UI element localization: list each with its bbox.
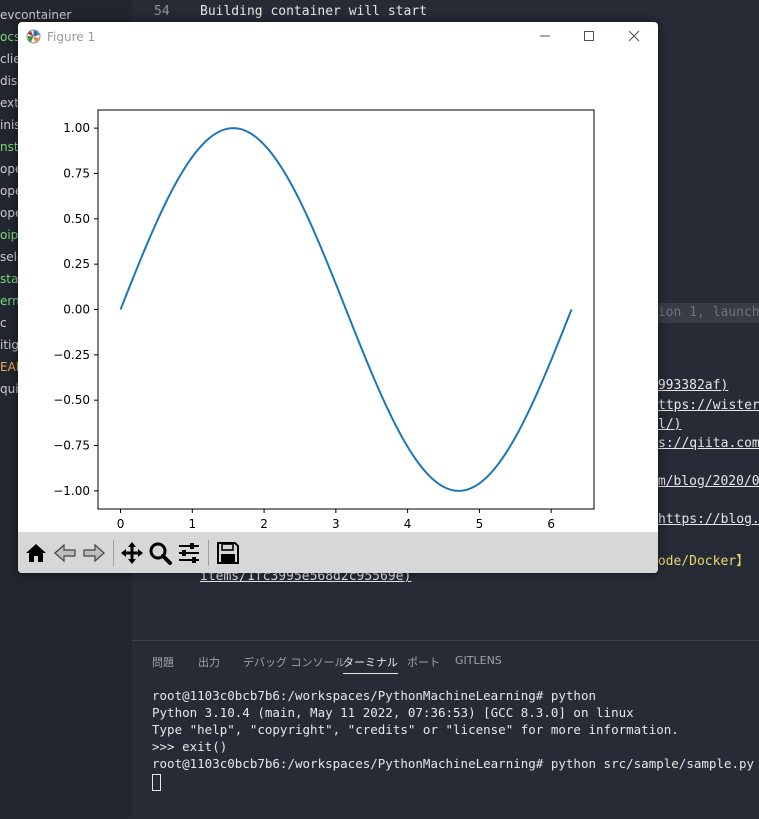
toolbar-separator bbox=[113, 540, 114, 566]
panel-tab[interactable]: デバッグ コンソール bbox=[243, 654, 346, 670]
code-line-54[interactable]: Building container will start bbox=[200, 4, 427, 19]
y-tick-label: −0.75 bbox=[53, 439, 90, 453]
save-button[interactable] bbox=[215, 540, 241, 566]
y-tick-label: −0.25 bbox=[53, 348, 90, 362]
terminal-line: >>> exit() bbox=[152, 739, 228, 754]
configure-subplots-button[interactable] bbox=[176, 540, 202, 566]
code-fragment[interactable]: ttps://wisteri bbox=[658, 398, 759, 413]
close-button[interactable] bbox=[619, 26, 649, 48]
code-fragment[interactable]: Code/Docker】 ] bbox=[650, 550, 759, 569]
code-fragment[interactable]: s://qiita.com bbox=[658, 436, 759, 451]
toolbar-separator bbox=[208, 540, 209, 566]
y-tick-label: 0.75 bbox=[63, 166, 90, 180]
x-tick-label: 2 bbox=[260, 517, 268, 531]
y-tick-label: 0.50 bbox=[63, 212, 90, 226]
y-tick-label: 0.25 bbox=[63, 257, 90, 271]
maximize-icon bbox=[584, 31, 594, 41]
code-fragment[interactable]: l/) bbox=[658, 417, 681, 432]
panel-tab[interactable]: ターミナル bbox=[343, 654, 398, 674]
terminal-line: Type "help", "copyright", "credits" or "… bbox=[152, 722, 679, 737]
y-tick-label: 0.00 bbox=[63, 303, 90, 317]
x-tick-label: 4 bbox=[404, 517, 412, 531]
close-icon bbox=[628, 30, 640, 42]
configure-subplots-icon bbox=[179, 543, 199, 563]
x-tick-label: 1 bbox=[188, 517, 196, 531]
line-number: 54 bbox=[154, 4, 170, 19]
panel-tab[interactable]: 問題 bbox=[152, 654, 174, 670]
terminal-cursor bbox=[152, 774, 161, 791]
y-tick-label: −0.50 bbox=[53, 393, 90, 407]
sidebar-item[interactable]: qui bbox=[0, 378, 19, 400]
code-fragment[interactable]: a993382af) bbox=[650, 378, 728, 393]
y-tick-label: −1.00 bbox=[53, 484, 90, 498]
zoom-icon bbox=[149, 542, 172, 565]
back-button[interactable] bbox=[52, 540, 78, 566]
terminal-line: Python 3.10.4 (main, May 11 2022, 07:36:… bbox=[152, 705, 634, 720]
pan-button[interactable] bbox=[119, 540, 145, 566]
terminal-line: root@1103c0bcb7b6:/workspaces/PythonMach… bbox=[152, 756, 755, 771]
minimize-icon bbox=[540, 35, 550, 37]
move-icon bbox=[121, 542, 143, 564]
forward-arrow-icon bbox=[83, 543, 105, 563]
y-tick-label: 1.00 bbox=[63, 121, 90, 135]
panel-tab[interactable]: GITLENS bbox=[455, 654, 502, 667]
home-button[interactable] bbox=[23, 540, 49, 566]
code-fragment[interactable]: tion 1, launch bbox=[650, 305, 759, 320]
code-fragment[interactable]: om/blog/2020/0 bbox=[650, 474, 759, 489]
terminal-line: root@1103c0bcb7b6:/workspaces/PythonMach… bbox=[152, 688, 597, 703]
sidebar-item[interactable]: c bbox=[0, 312, 7, 334]
maximize-button[interactable] bbox=[574, 26, 604, 48]
home-icon bbox=[26, 544, 46, 562]
zoom-button[interactable] bbox=[147, 540, 173, 566]
window-titlebar[interactable]: Figure 1 bbox=[18, 22, 658, 52]
x-tick-label: 5 bbox=[476, 517, 484, 531]
code-fragment[interactable]: https://blog. bbox=[658, 512, 759, 527]
navigation-toolbar bbox=[18, 532, 658, 573]
window-title: Figure 1 bbox=[47, 30, 96, 44]
plot-canvas[interactable]: 0 1 2 3 4 5 6 1.00 0.75 0.50 0.25 0.00 −0.25 −0.50 −0.… bbox=[18, 52, 658, 532]
forward-button[interactable] bbox=[81, 540, 107, 566]
bottom-panel: 問題 出力 デバッグ コンソール ターミナル ポート GITLENS root@1103c… bbox=[132, 640, 759, 819]
panel-tab[interactable]: 出力 bbox=[198, 654, 220, 670]
x-tick-label: 3 bbox=[332, 517, 340, 531]
figure-window: Figure 1 0 1 2 3 4 5 6 1.00 0.75 0.50 0.25 0.00 −0.2… bbox=[18, 22, 658, 573]
x-tick-label: 0 bbox=[117, 517, 125, 531]
x-tick-label: 6 bbox=[547, 517, 555, 531]
save-icon bbox=[217, 542, 239, 564]
panel-tab[interactable]: ポート bbox=[407, 654, 440, 670]
sidebar-item[interactable]: itig bbox=[0, 334, 19, 356]
sidebar-item[interactable]: nst bbox=[0, 136, 19, 158]
back-arrow-icon bbox=[54, 543, 76, 563]
matplotlib-logo-icon bbox=[26, 29, 41, 44]
minimize-button[interactable] bbox=[530, 26, 560, 48]
